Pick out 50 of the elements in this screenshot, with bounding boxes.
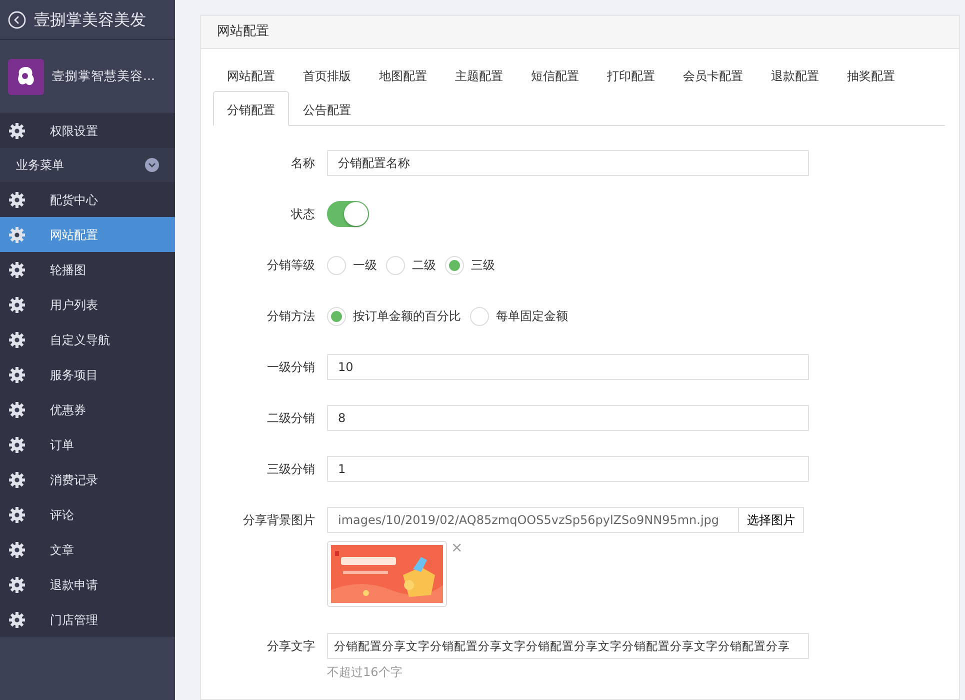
tab[interactable]: 会员卡配置: [669, 57, 757, 92]
option-label[interactable]: 一级: [353, 256, 377, 274]
sidebar-item[interactable]: 用户列表: [0, 287, 175, 322]
tab[interactable]: 分销配置: [213, 91, 289, 126]
input-field[interactable]: 1: [327, 456, 809, 482]
tab[interactable]: 公告配置: [289, 91, 365, 126]
field-label: 一级分销: [266, 359, 316, 376]
option-label[interactable]: 二级: [412, 256, 436, 274]
sidebar-item[interactable]: 订单: [0, 427, 175, 462]
field-label: 分享背景图片: [242, 512, 316, 529]
tab[interactable]: 短信配置: [517, 57, 593, 92]
field-label: 分销方法: [266, 308, 316, 325]
sidebar-item[interactable]: 退款申请: [0, 567, 175, 602]
tab[interactable]: 打印配置: [593, 57, 669, 92]
tab[interactable]: 网站配置: [213, 57, 289, 92]
field-label: 名称: [290, 155, 316, 172]
sidebar-item[interactable]: 配货中心: [0, 182, 175, 217]
sidebar-item[interactable]: 自定义导航: [0, 322, 175, 357]
tab[interactable]: 抽奖配置: [833, 57, 909, 92]
option-label[interactable]: 按订单金额的百分比: [353, 307, 461, 325]
sidebar-item[interactable]: 消费记录: [0, 462, 175, 497]
sidebar-item[interactable]: 文章: [0, 532, 175, 567]
input-field[interactable]: 8: [327, 405, 809, 431]
tab[interactable]: 退款配置: [757, 57, 833, 92]
option-label[interactable]: 三级: [471, 256, 495, 274]
field-label: 二级分销: [266, 410, 316, 427]
menu-group[interactable]: 业务菜单: [0, 148, 175, 182]
tab[interactable]: 地图配置: [365, 57, 441, 92]
sidebar-item[interactable]: 服务项目: [0, 357, 175, 392]
sidebar-title: 壹捌掌美容美发: [34, 8, 146, 30]
field-label: 状态: [290, 206, 316, 223]
sidebar-item[interactable]: 门店管理: [0, 602, 175, 637]
input-field[interactable]: 分销配置分享文字分销配置分享文字分销配置分享文字分销配置分享文字分销配置分享: [327, 633, 809, 659]
select-image-button[interactable]: 选择图片: [738, 507, 804, 533]
field-label: 分销等级: [266, 257, 316, 274]
sidebar-item[interactable]: 权限设置: [0, 113, 175, 148]
input-field[interactable]: 分销配置名称: [327, 150, 809, 176]
input-field[interactable]: 10: [327, 354, 809, 380]
sidebar-item[interactable]: 轮播图: [0, 252, 175, 287]
tab[interactable]: 首页排版: [289, 57, 365, 92]
sidebar-item[interactable]: 评论: [0, 497, 175, 532]
help-text: 不超过16个字: [327, 664, 404, 681]
sidebar-item[interactable]: 优惠券: [0, 392, 175, 427]
profile-name: 壹捌掌智慧美容...: [52, 67, 155, 86]
option-label[interactable]: 每单固定金额: [496, 307, 568, 325]
field-label: 三级分销: [266, 461, 316, 478]
tab[interactable]: 主题配置: [441, 57, 517, 92]
input-field[interactable]: images/10/2019/02/AQ85zmqOOS5vzSp56pylZSo9NN95mn.jpg: [327, 507, 739, 533]
panel-title: 网站配置: [217, 23, 269, 42]
field-label: 分享文字: [266, 638, 316, 655]
